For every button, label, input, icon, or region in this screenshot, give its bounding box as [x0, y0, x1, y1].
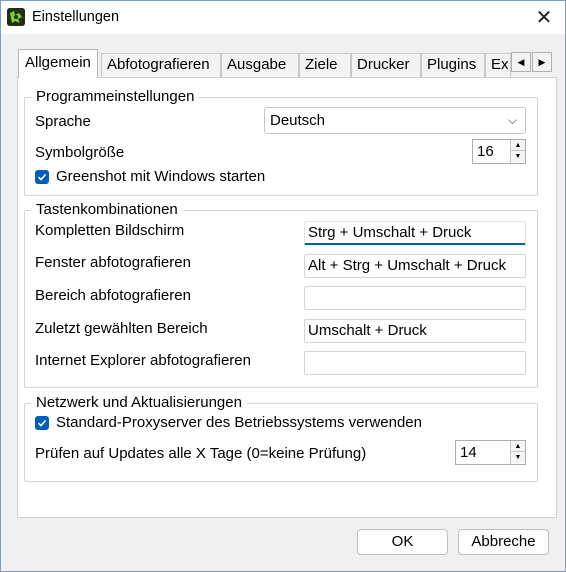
proxy-label[interactable]: Standard-Proxyserver des Betriebssystems… — [56, 414, 422, 432]
triangle-left-icon: ◀ — [517, 56, 525, 67]
autostart-checkbox[interactable] — [35, 170, 49, 184]
update-interval-value: 14 — [460, 444, 477, 461]
tab-plugins[interactable]: Plugins — [421, 53, 485, 77]
hotkey-label-region: Bereich abfotografieren — [35, 287, 191, 304]
hotkey-input-region[interactable] — [304, 286, 526, 310]
proxy-checkbox[interactable] — [35, 416, 49, 430]
language-label: Sprache — [35, 113, 91, 130]
spinner-up-icon[interactable]: ▲ — [511, 441, 525, 452]
tab-ziele[interactable]: Ziele — [299, 53, 351, 77]
spinner-up-icon[interactable]: ▲ — [511, 140, 525, 151]
language-value: Deutsch — [270, 112, 326, 129]
icon-size-spinner-buttons: ▲ ▼ — [510, 140, 525, 163]
tab-drucker[interactable]: Drucker — [351, 53, 421, 77]
ok-button[interactable]: OK — [357, 529, 448, 555]
hotkey-label-last-region: Zuletzt gewählten Bereich — [35, 320, 208, 337]
triangle-right-icon: ▶ — [538, 56, 546, 67]
title-bar[interactable]: Einstellungen ✕ — [1, 1, 565, 34]
window-title: Einstellungen — [32, 9, 120, 25]
update-interval-label: Prüfen auf Updates alle X Tage (0=keine … — [35, 445, 367, 462]
tab-abfotografieren[interactable]: Abfotografieren — [101, 53, 221, 77]
hotkey-input-last-region[interactable]: Umschalt + Druck — [304, 319, 526, 343]
hotkey-input-fullscreen[interactable]: Strg + Umschalt + Druck — [304, 221, 526, 245]
checkmark-icon — [37, 173, 47, 181]
tab-scroll-right-button[interactable]: ▶ — [532, 52, 552, 72]
greenshot-app-icon — [7, 8, 25, 26]
hotkey-input-ie[interactable] — [304, 351, 526, 375]
tab-page-allgemein: Programmeinstellungen Sprache Deutsch ⌵ … — [17, 77, 557, 518]
autostart-label[interactable]: Greenshot mit Windows starten — [56, 168, 265, 186]
icon-size-spinner[interactable]: 16 ▲ ▼ — [472, 139, 526, 164]
spinner-down-icon[interactable]: ▼ — [511, 151, 525, 162]
tab-allgemein[interactable]: Allgemein — [18, 49, 98, 78]
group-hotkeys-title: Tastenkombinationen — [31, 201, 183, 219]
update-interval-spinner-buttons: ▲ ▼ — [510, 441, 525, 464]
chevron-down-icon: ⌵ — [507, 113, 517, 127]
hotkey-input-window[interactable]: Alt + Strg + Umschalt + Druck — [304, 254, 526, 278]
tab-strip: Allgemein Abfotografieren Ausgabe Ziele … — [17, 49, 557, 78]
language-dropdown[interactable]: Deutsch ⌵ — [264, 107, 526, 134]
hotkey-label-ie: Internet Explorer abfotografieren — [35, 352, 251, 369]
close-button[interactable]: ✕ — [523, 1, 565, 34]
group-program-settings-title: Programmeinstellungen — [31, 88, 200, 106]
checkmark-icon — [37, 419, 47, 427]
icon-size-label: Symbolgröße — [35, 144, 125, 161]
hotkey-label-fullscreen: Kompletten Bildschirm — [35, 222, 185, 239]
tab-ausgabe[interactable]: Ausgabe — [221, 53, 299, 77]
settings-window: Einstellungen ✕ Allgemein Abfotografiere… — [0, 0, 566, 572]
hotkey-label-window: Fenster abfotografieren — [35, 254, 191, 271]
close-icon: ✕ — [535, 7, 553, 29]
spinner-down-icon[interactable]: ▼ — [511, 452, 525, 463]
icon-size-value: 16 — [477, 143, 494, 160]
group-network-title: Netzwerk und Aktualisierungen — [31, 394, 247, 412]
cancel-button[interactable]: Abbreche — [458, 529, 549, 555]
update-interval-spinner[interactable]: 14 ▲ ▼ — [455, 440, 526, 465]
tab-scroll-left-button[interactable]: ◀ — [511, 52, 531, 72]
tab-expert[interactable]: Ex — [485, 53, 511, 77]
